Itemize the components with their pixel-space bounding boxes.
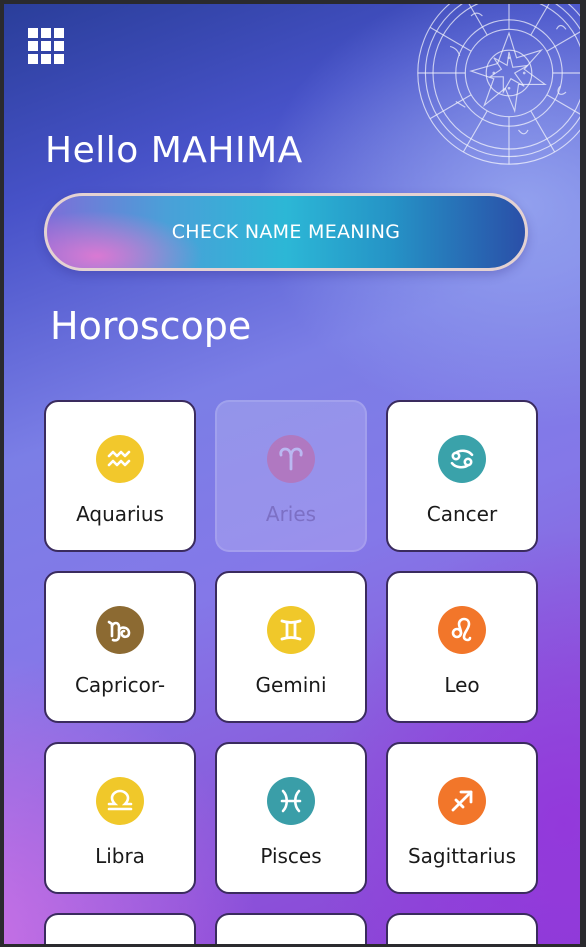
aquarius-icon: [96, 435, 144, 483]
sign-card-partial[interactable]: [215, 913, 367, 944]
sign-label: Capricor-: [74, 673, 166, 697]
leo-icon: [438, 606, 486, 654]
sign-card-cancer[interactable]: Cancer: [386, 400, 538, 552]
sign-card-aries[interactable]: Aries: [215, 400, 367, 552]
libra-icon: [96, 777, 144, 825]
apps-menu-icon[interactable]: [28, 28, 64, 64]
gemini-icon: [267, 606, 315, 654]
sign-card-leo[interactable]: Leo: [386, 571, 538, 723]
horoscope-grid: Aquarius Aries Cancer Capricor- Gemini L…: [44, 400, 540, 944]
aries-icon: [267, 435, 315, 483]
sign-label: Leo: [444, 673, 480, 697]
sign-card-gemini[interactable]: Gemini: [215, 571, 367, 723]
sagittarius-icon: [438, 777, 486, 825]
check-name-meaning-button[interactable]: CHECK NAME MEANING: [44, 193, 528, 271]
cancer-icon: [438, 435, 486, 483]
sign-label: Aquarius: [76, 502, 164, 526]
sign-label: Gemini: [255, 673, 327, 697]
capricorn-icon: [96, 606, 144, 654]
sign-label: Pisces: [260, 844, 322, 868]
app-screen: Hello MAHIMA CHECK NAME MEANING Horoscop…: [4, 4, 580, 944]
sign-card-partial[interactable]: [386, 913, 538, 944]
sign-card-pisces[interactable]: Pisces: [215, 742, 367, 894]
greeting-text: Hello MAHIMA: [45, 130, 303, 171]
sign-card-partial[interactable]: [44, 913, 196, 944]
sign-label: Sagittarius: [407, 844, 517, 868]
horoscope-title: Horoscope: [50, 304, 252, 348]
sign-card-sagittarius[interactable]: Sagittarius: [386, 742, 538, 894]
sign-card-capricorn[interactable]: Capricor-: [44, 571, 196, 723]
sign-card-aquarius[interactable]: Aquarius: [44, 400, 196, 552]
sign-card-libra[interactable]: Libra: [44, 742, 196, 894]
zodiac-wheel-icon: [417, 4, 580, 165]
sign-label: Aries: [265, 502, 317, 526]
sign-label: Cancer: [426, 502, 498, 526]
sign-label: Libra: [95, 844, 145, 868]
pisces-icon: [267, 777, 315, 825]
